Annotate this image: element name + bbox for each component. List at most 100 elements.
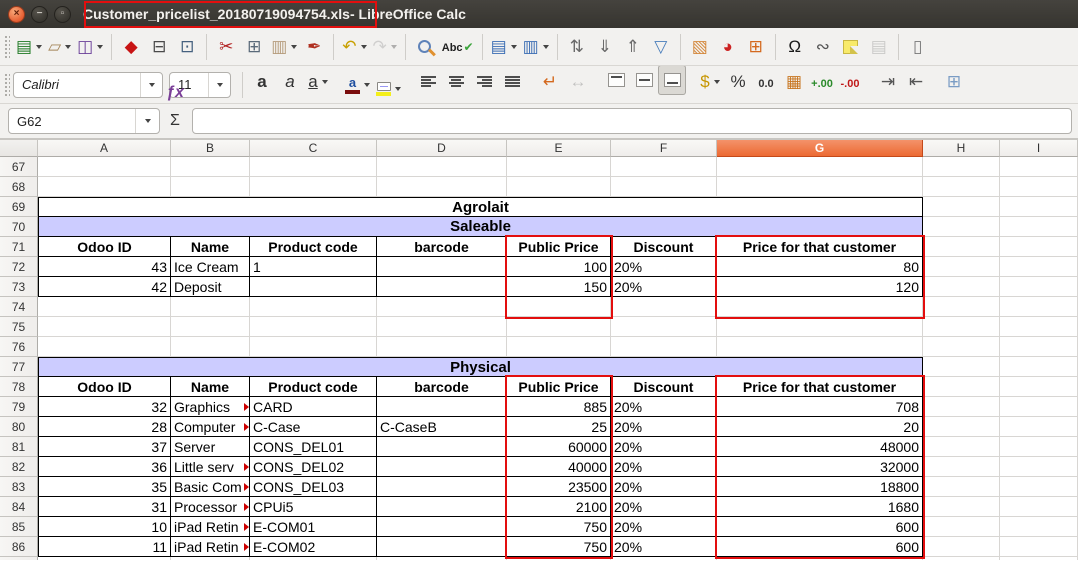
cell-G72[interactable]: 80 xyxy=(717,257,923,277)
cell-D83[interactable] xyxy=(377,477,507,497)
bold-button[interactable]: a xyxy=(248,67,276,97)
italic-button[interactable]: a xyxy=(276,67,304,97)
cell-H82[interactable] xyxy=(923,457,1000,477)
cell-C79[interactable]: CARD xyxy=(250,397,377,417)
cell-D82[interactable] xyxy=(377,457,507,477)
cell-B71[interactable]: Name xyxy=(171,237,250,257)
cell-A81[interactable]: 37 xyxy=(38,437,171,457)
redo-button[interactable]: ↷ xyxy=(370,32,400,62)
cell-A82[interactable]: 36 xyxy=(38,457,171,477)
cell-H85[interactable] xyxy=(923,517,1000,537)
cell-H79[interactable] xyxy=(923,397,1000,417)
row-header-70[interactable]: 70 xyxy=(0,217,38,237)
cell-H67[interactable] xyxy=(923,157,1000,177)
cell-H70[interactable] xyxy=(923,217,1000,237)
cell-D74[interactable] xyxy=(377,297,507,317)
font-name-combo[interactable]: Calibri xyxy=(13,72,163,98)
cell-A75[interactable] xyxy=(38,317,171,337)
cell-G76[interactable] xyxy=(717,337,923,357)
cell-I67[interactable] xyxy=(1000,157,1078,177)
cell-G86[interactable]: 600 xyxy=(717,537,923,557)
cell-G80[interactable]: 20 xyxy=(717,417,923,437)
font-size-dropdown[interactable] xyxy=(208,73,230,97)
cell-F83[interactable]: 20% xyxy=(611,477,717,497)
merge-cells-button[interactable]: ↔ xyxy=(564,67,592,97)
cell-F71[interactable]: Discount xyxy=(611,237,717,257)
cell-F73[interactable]: 20% xyxy=(611,277,717,297)
cell-B83[interactable]: Basic Com xyxy=(171,477,250,497)
cell-G79[interactable]: 708 xyxy=(717,397,923,417)
row-header-72[interactable]: 72 xyxy=(0,257,38,277)
cell-C74[interactable] xyxy=(250,297,377,317)
cell-G74[interactable] xyxy=(717,297,923,317)
row-header-85[interactable]: 85 xyxy=(0,517,38,537)
decrease-indent-button[interactable]: ⇤ xyxy=(902,67,930,97)
add-decimal-button[interactable]: +.00 xyxy=(808,70,836,100)
cell-F86[interactable]: 20% xyxy=(611,537,717,557)
insert-image-button[interactable]: ▧ xyxy=(686,32,714,62)
cell-B75[interactable] xyxy=(171,317,250,337)
cell-I82[interactable] xyxy=(1000,457,1078,477)
cell-D73[interactable] xyxy=(377,277,507,297)
cell-G83[interactable]: 18800 xyxy=(717,477,923,497)
close-button[interactable]: × xyxy=(8,6,25,23)
cell-C84[interactable]: CPUi5 xyxy=(250,497,377,517)
cell-F82[interactable]: 20% xyxy=(611,457,717,477)
cell-G81[interactable]: 48000 xyxy=(717,437,923,457)
center-vertically-button[interactable] xyxy=(630,66,658,95)
cell-C68[interactable] xyxy=(250,177,377,197)
currency-button[interactable]: $ xyxy=(696,67,724,97)
columns-button[interactable]: ▥ xyxy=(520,32,552,62)
cell-I85[interactable] xyxy=(1000,517,1078,537)
cell-A70[interactable]: Saleable xyxy=(38,217,923,237)
row-header-81[interactable]: 81 xyxy=(0,437,38,457)
spelling-button[interactable]: Abc xyxy=(439,32,477,62)
row-header-75[interactable]: 75 xyxy=(0,317,38,337)
cell-H87[interactable] xyxy=(923,557,1000,560)
col-header-C[interactable]: C xyxy=(250,140,377,157)
cell-C73[interactable] xyxy=(250,277,377,297)
cell-C76[interactable] xyxy=(250,337,377,357)
cell-B86[interactable]: iPad Retin xyxy=(171,537,250,557)
cell-B84[interactable]: Processor xyxy=(171,497,250,517)
autofilter-button[interactable]: ▽ xyxy=(647,32,675,62)
chevron-down-icon[interactable] xyxy=(361,45,367,49)
cell-G67[interactable] xyxy=(717,157,923,177)
undo-button[interactable]: ↶ xyxy=(339,32,369,62)
align-right-button[interactable] xyxy=(470,67,498,97)
cell-H84[interactable] xyxy=(923,497,1000,517)
chevron-down-icon[interactable] xyxy=(36,45,42,49)
cell-D78[interactable]: barcode xyxy=(377,377,507,397)
cell-I79[interactable] xyxy=(1000,397,1078,417)
col-header-G[interactable]: G xyxy=(717,140,923,157)
cell-G87[interactable] xyxy=(717,557,923,560)
cell-A87[interactable] xyxy=(38,557,171,560)
cell-B78[interactable]: Name xyxy=(171,377,250,397)
cell-E83[interactable]: 23500 xyxy=(507,477,611,497)
cell-I75[interactable] xyxy=(1000,317,1078,337)
cell-A73[interactable]: 42 xyxy=(38,277,171,297)
cell-A78[interactable]: Odoo ID xyxy=(38,377,171,397)
cell-G85[interactable]: 600 xyxy=(717,517,923,537)
cell-H75[interactable] xyxy=(923,317,1000,337)
cell-E82[interactable]: 40000 xyxy=(507,457,611,477)
cell-G75[interactable] xyxy=(717,317,923,337)
cell-D68[interactable] xyxy=(377,177,507,197)
col-header-E[interactable]: E xyxy=(507,140,611,157)
cell-F68[interactable] xyxy=(611,177,717,197)
cell-H72[interactable] xyxy=(923,257,1000,277)
special-character-button[interactable]: Ω xyxy=(781,32,809,62)
cell-I86[interactable] xyxy=(1000,537,1078,557)
align-left-button[interactable] xyxy=(414,67,442,97)
cell-C83[interactable]: CONS_DEL03 xyxy=(250,477,377,497)
cell-A84[interactable]: 31 xyxy=(38,497,171,517)
maximize-button[interactable]: ▫ xyxy=(54,6,71,23)
export-pdf-button[interactable]: ◆ xyxy=(117,32,145,62)
cell-E71[interactable]: Public Price xyxy=(507,237,611,257)
cell-B85[interactable]: iPad Retin xyxy=(171,517,250,537)
cell-A79[interactable]: 32 xyxy=(38,397,171,417)
formula-input-line[interactable] xyxy=(192,108,1072,134)
wrap-text-button[interactable]: ↵ xyxy=(536,67,564,97)
cell-I77[interactable] xyxy=(1000,357,1078,377)
chevron-down-icon[interactable] xyxy=(97,45,103,49)
